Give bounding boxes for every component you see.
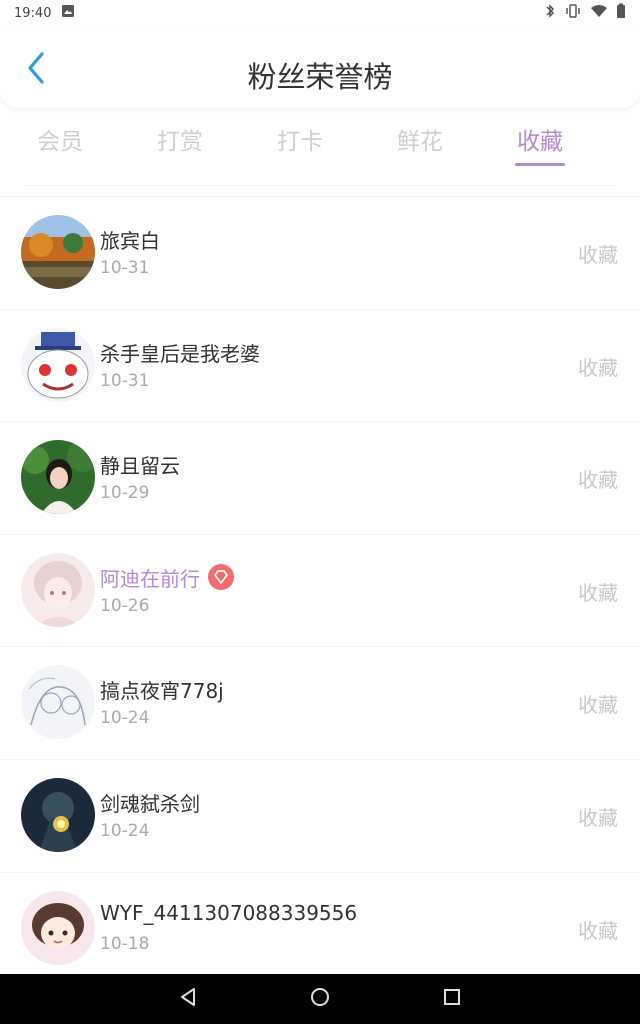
anime-girl-avatar	[21, 552, 95, 627]
fan-name-text: 阿迪在前行	[100, 566, 200, 591]
nav-home-icon[interactable]	[309, 986, 331, 1012]
status-time: 19:40	[14, 5, 52, 21]
fan-date: 10-26	[100, 595, 150, 616]
list-item[interactable]: 静且留云 10-29 收藏	[0, 421, 640, 534]
list-item[interactable]: 搞点夜宵778j 10-24 收藏	[0, 646, 640, 759]
page-title: 粉丝荣誉榜	[247, 60, 393, 94]
wifi-icon	[590, 4, 608, 22]
page-header: 粉丝荣誉榜	[0, 26, 640, 108]
favorite-label: 收藏	[578, 918, 618, 943]
list-item[interactable]: 阿迪在前行 10-26 收藏	[0, 533, 640, 647]
fan-date: 10-29	[100, 483, 150, 504]
girl-photo-avatar	[21, 440, 95, 515]
sketch-avatar	[21, 665, 95, 740]
tab-reward[interactable]: 打赏	[120, 110, 240, 166]
tabs-divider	[24, 185, 616, 186]
system-nav-bar	[0, 974, 640, 1024]
fan-date: 10-18	[100, 933, 150, 954]
vibrate-icon	[564, 3, 582, 23]
chibi-avatar	[21, 890, 95, 965]
favorite-label: 收藏	[578, 693, 618, 718]
game-hero-avatar	[21, 777, 95, 852]
favorite-label: 收藏	[578, 580, 618, 605]
fan-name: 搞点夜宵778j	[100, 679, 224, 704]
cartoon-face-avatar	[21, 327, 95, 402]
tab-member[interactable]: 会员	[0, 110, 120, 166]
fan-name: 杀手皇后是我老婆	[100, 341, 260, 366]
nav-recents-icon[interactable]	[441, 986, 463, 1012]
battery-icon	[616, 3, 626, 23]
list-item[interactable]: 剑魂弑杀剑 10-24 收藏	[0, 758, 640, 872]
fan-list: 旅宾白 10-31 收藏 杀手皇后是我老婆 10-31 收藏 静且留云 10-2…	[0, 196, 640, 984]
landscape-avatar	[21, 215, 95, 289]
fan-name: 旅宾白	[100, 229, 160, 253]
fan-name: WYF_4411307088339556	[100, 900, 358, 925]
fan-date: 10-31	[100, 370, 150, 391]
favorite-label: 收藏	[578, 468, 618, 493]
bluetooth-icon	[544, 3, 556, 23]
gallery-notification-icon	[61, 4, 75, 22]
fan-name: 静且留云	[100, 454, 180, 479]
tab-checkin[interactable]: 打卡	[240, 110, 360, 166]
fan-name-vip: 阿迪在前行	[100, 563, 234, 592]
nav-back-icon[interactable]	[177, 986, 199, 1012]
fan-date: 10-31	[100, 258, 150, 278]
list-item[interactable]: WYF_4411307088339556 10-18 收藏	[0, 871, 640, 985]
status-bar: 19:40	[0, 0, 640, 26]
favorite-label: 收藏	[578, 355, 618, 380]
fan-date: 10-24	[100, 708, 150, 729]
list-item[interactable]: 旅宾白 10-31 收藏	[0, 196, 640, 309]
tab-bar: 会员 打赏 打卡 鲜花 收藏	[0, 110, 640, 166]
tab-flowers[interactable]: 鲜花	[360, 110, 480, 166]
list-item[interactable]: 杀手皇后是我老婆 10-31 收藏	[0, 308, 640, 422]
fan-date: 10-24	[100, 820, 150, 841]
fan-name: 剑魂弑杀剑	[100, 791, 200, 816]
favorite-label: 收藏	[578, 243, 618, 267]
diamond-badge-icon	[208, 564, 234, 591]
tab-favorites[interactable]: 收藏	[480, 110, 600, 166]
favorite-label: 收藏	[578, 805, 618, 830]
